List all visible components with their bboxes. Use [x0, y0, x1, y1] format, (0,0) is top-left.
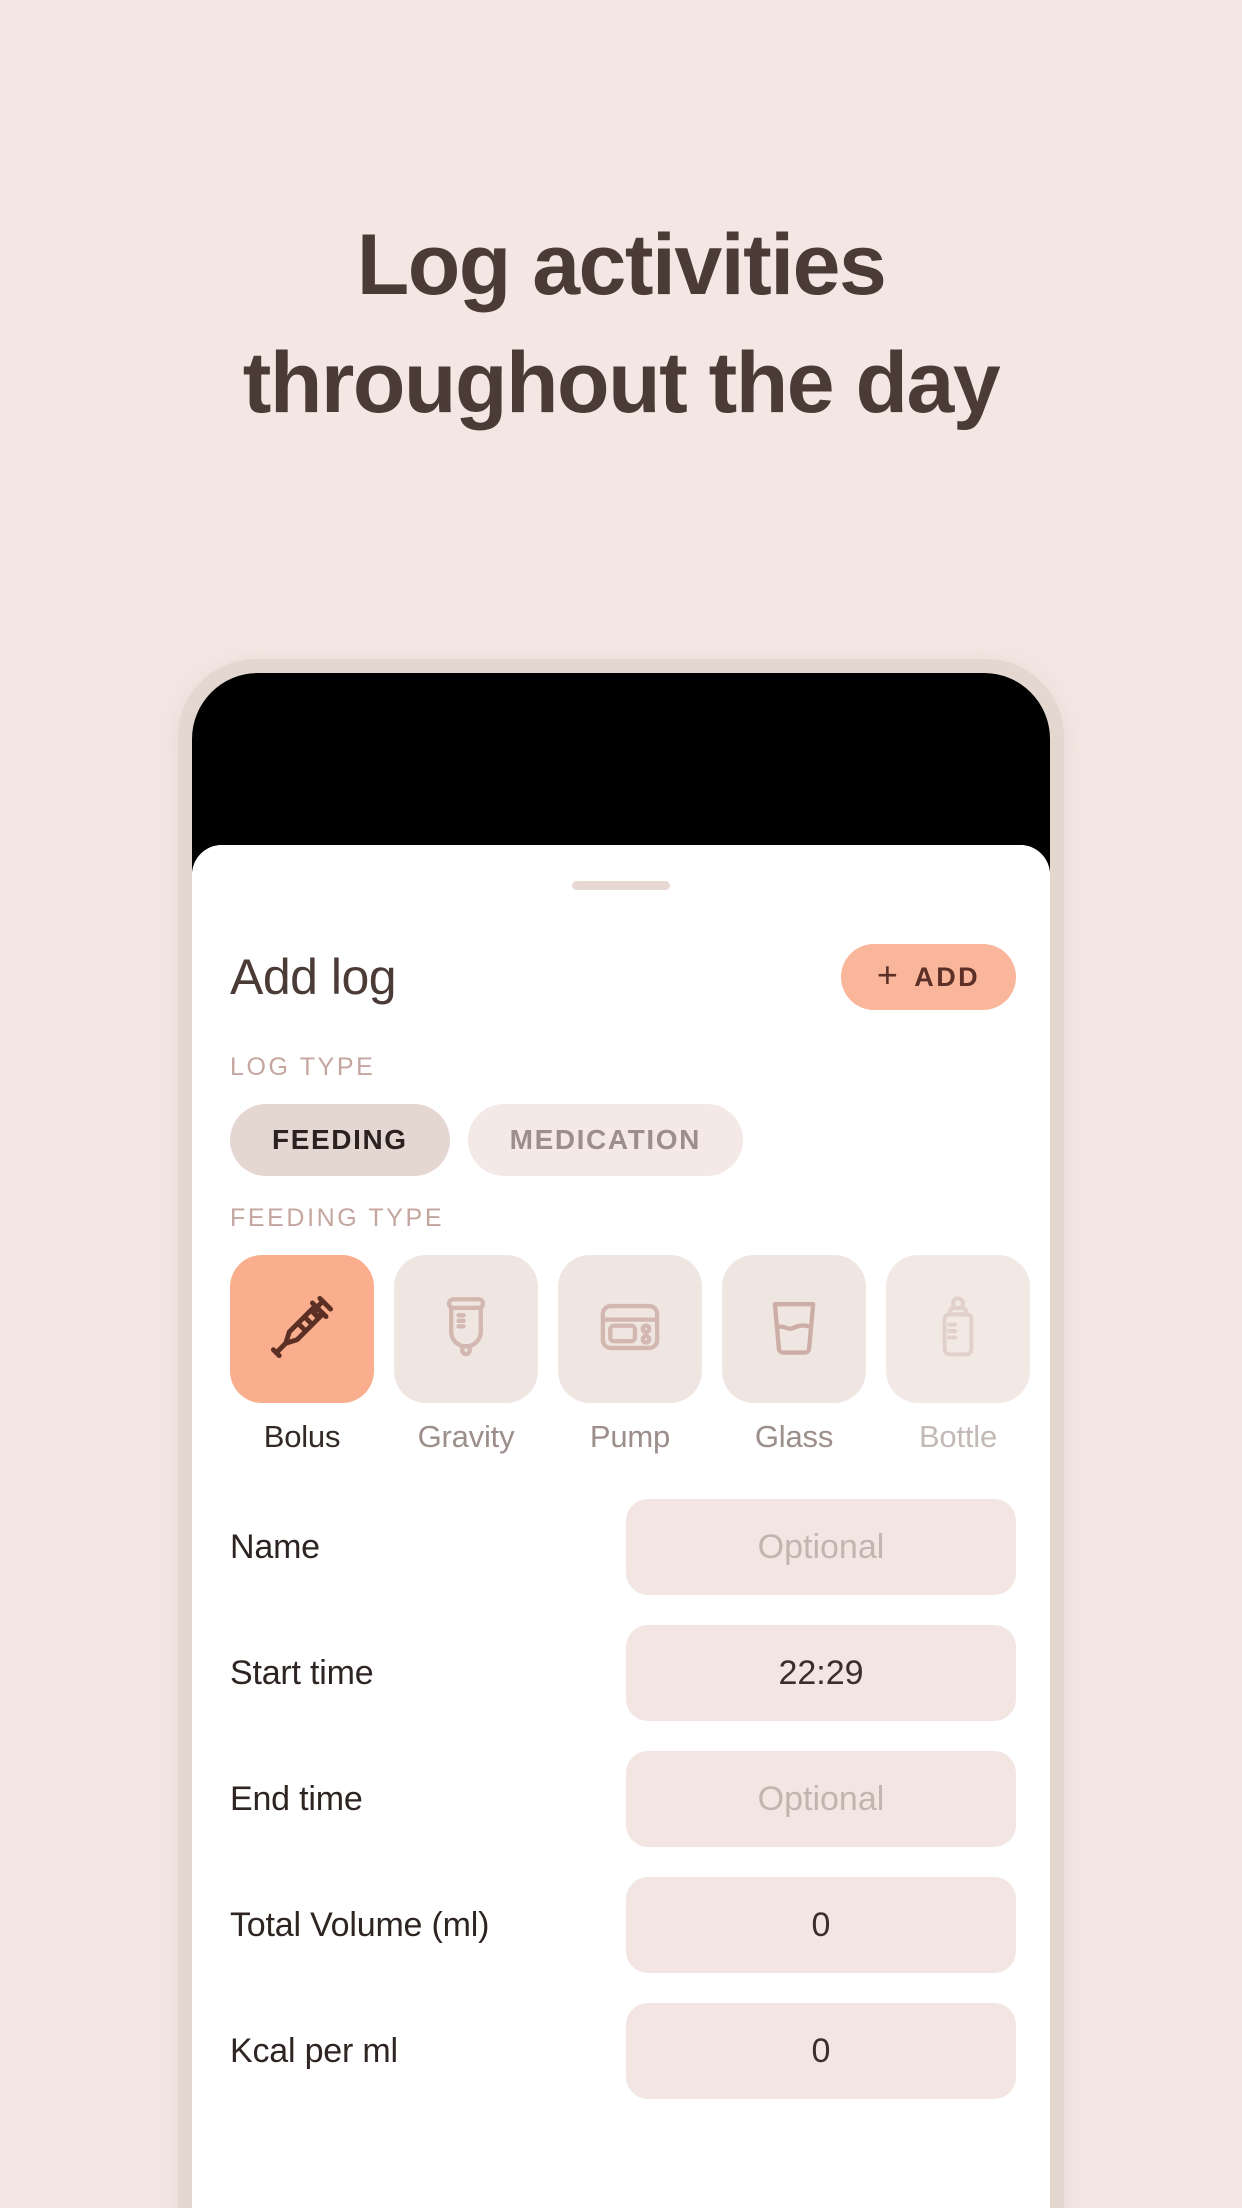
form-label-start-time: Start time [230, 1653, 374, 1692]
form-label-end-time: End time [230, 1779, 363, 1818]
feeding-type-option-gravity[interactable]: Gravity [394, 1255, 538, 1455]
feeding-type-card-row: Bolus Gravity Pump Glass Bottle [226, 1255, 1030, 1455]
end-time-input[interactable]: Optional [626, 1751, 1016, 1847]
feeding-type-label-pump: Pump [589, 1419, 671, 1454]
form-row-total-volume: Total Volume (ml) 0 [230, 1877, 1016, 1973]
add-log-bottom-sheet: Add log + ADD LOG TYPE FEEDING MEDICATIO… [192, 845, 1050, 2208]
feeding-type-option-bottle[interactable]: Bottle [886, 1255, 1030, 1455]
feeding-type-label-gravity: Gravity [417, 1419, 515, 1454]
feeding-type-option-pump[interactable]: Pump [558, 1255, 702, 1455]
form-label-total-volume: Total Volume (ml) [230, 1905, 490, 1944]
feeding-type-label-bottle: Bottle [918, 1419, 998, 1454]
plus-icon: + [876, 954, 901, 995]
log-type-chip-feeding[interactable]: FEEDING [230, 1104, 450, 1176]
start-time-input[interactable]: 22:29 [626, 1625, 1016, 1721]
pump-device-icon [593, 1290, 667, 1369]
feeding-bag-icon [429, 1290, 503, 1369]
log-type-chip-row: FEEDING MEDICATION [226, 1104, 1016, 1176]
name-input[interactable]: Optional [626, 1499, 1016, 1595]
baby-bottle-icon [923, 1292, 993, 1367]
feeding-type-label-glass: Glass [754, 1419, 834, 1454]
sheet-header: Add log + ADD [226, 929, 1016, 1025]
glass-icon [757, 1290, 831, 1369]
phone-screen: Add log + ADD LOG TYPE FEEDING MEDICATIO… [192, 845, 1050, 2208]
form-row-name: Name Optional [230, 1499, 1016, 1595]
feeding-type-option-glass[interactable]: Glass [722, 1255, 866, 1455]
phone-bezel: Add log + ADD LOG TYPE FEEDING MEDICATIO… [192, 673, 1050, 2208]
add-button[interactable]: + ADD [840, 944, 1016, 1010]
feeding-type-section-label: FEEDING TYPE [230, 1204, 445, 1232]
form-label-name: Name [230, 1527, 320, 1566]
sheet-title: Add log [230, 949, 397, 1005]
form-row-start-time: Start time 22:29 [230, 1625, 1016, 1721]
syringe-icon [263, 1288, 341, 1371]
total-volume-input[interactable]: 0 [626, 1877, 1016, 1973]
log-form: Name Optional Start time 22:29 End time … [226, 1499, 1016, 2099]
sheet-drag-handle[interactable] [572, 881, 670, 890]
headline-line-2: throughout the day [242, 335, 1001, 431]
log-type-section-label: LOG TYPE [230, 1053, 376, 1081]
feeding-type-tile-glass[interactable] [722, 1255, 866, 1403]
add-button-label: ADD [914, 961, 980, 992]
phone-mockup-frame: Add log + ADD LOG TYPE FEEDING MEDICATIO… [178, 659, 1064, 2208]
headline-line-1: Log activities [356, 217, 887, 313]
feeding-type-tile-gravity[interactable] [394, 1255, 538, 1403]
form-row-kcal-per-ml: Kcal per ml 0 [230, 2003, 1016, 2099]
feeding-type-tile-bolus[interactable] [230, 1255, 374, 1403]
kcal-per-ml-input[interactable]: 0 [626, 2003, 1016, 2099]
form-label-kcal-per-ml: Kcal per ml [230, 2031, 398, 2070]
feeding-type-tile-pump[interactable] [558, 1255, 702, 1403]
log-type-chip-medication[interactable]: MEDICATION [467, 1104, 743, 1176]
feeding-type-label-bolus: Bolus [263, 1419, 341, 1454]
feeding-type-option-bolus[interactable]: Bolus [230, 1255, 374, 1455]
form-row-end-time: End time Optional [230, 1751, 1016, 1847]
page-title: Log activities throughout the day [0, 206, 1242, 442]
feeding-type-tile-bottle[interactable] [886, 1255, 1030, 1403]
